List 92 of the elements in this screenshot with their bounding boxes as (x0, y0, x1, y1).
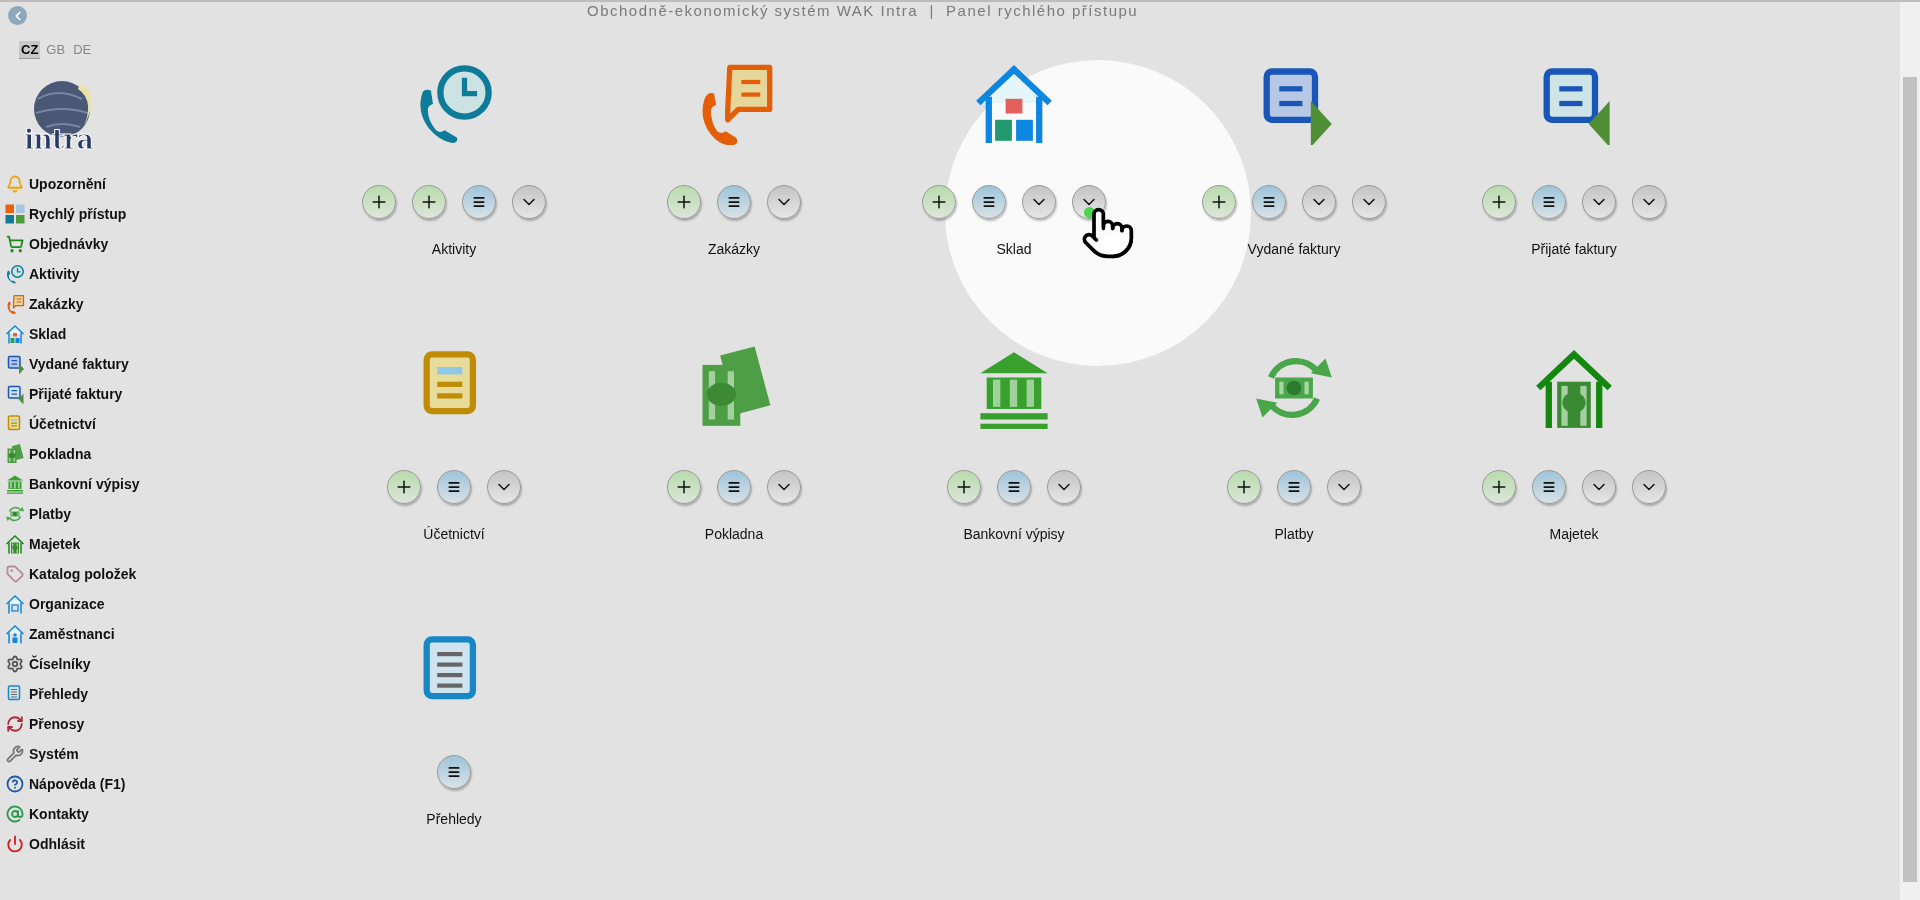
sidebar-item[interactable]: Přijaté faktury (4, 379, 200, 409)
sidebar-item[interactable]: Upozornění (4, 169, 200, 199)
sidebar-item[interactable]: Nápověda (F1) (4, 769, 200, 799)
menu-icon (447, 765, 461, 779)
sidebar-item[interactable]: Přehledy (4, 679, 200, 709)
list-button[interactable] (1252, 185, 1286, 219)
sidebar-item[interactable]: Kontakty (4, 799, 200, 829)
phone-clock-icon (5, 264, 25, 284)
menu-icon (727, 195, 741, 209)
sidebar-item[interactable]: Platby (4, 499, 200, 529)
tile-label: Přehledy (426, 811, 482, 827)
cart-icon (6, 235, 24, 253)
sidebar-item[interactable]: Sklad (4, 319, 200, 349)
list-button[interactable] (1532, 470, 1566, 504)
add-button[interactable] (667, 185, 701, 219)
menu-icon (1262, 195, 1276, 209)
sidebar-item[interactable]: Katalog položek (4, 559, 200, 589)
add-button[interactable] (362, 185, 396, 219)
scrollbar[interactable] (1900, 2, 1920, 900)
sidebar-item[interactable]: Zaměstnanci (4, 619, 200, 649)
sidebar-item[interactable]: Systém (4, 739, 200, 769)
tile-label: Majetek (1549, 526, 1599, 542)
wrench-icon (6, 745, 24, 763)
menu-icon (1542, 480, 1556, 494)
bank-icon (5, 474, 25, 494)
add-button[interactable] (387, 470, 421, 504)
bell-icon (6, 175, 24, 193)
power-icon (6, 835, 24, 853)
sidebar-item[interactable]: Organizace (4, 589, 200, 619)
add-button[interactable] (412, 185, 446, 219)
sidebar-item[interactable]: Účetnictví (4, 409, 200, 439)
sidebar-item[interactable]: Pokladna (4, 439, 200, 469)
sidebar-item[interactable]: Rychlý přístup (4, 199, 200, 229)
menu-icon (1007, 480, 1021, 494)
sidebar-item[interactable]: Odhlásit (4, 829, 200, 859)
tile-label: Sklad (996, 241, 1032, 257)
sidebar-item[interactable]: Přenosy (4, 709, 200, 739)
sidebar-item[interactable]: Číselníky (4, 649, 200, 679)
menu-icon (1542, 195, 1556, 209)
add-button[interactable] (1227, 470, 1261, 504)
list-button[interactable] (717, 185, 751, 219)
list-button[interactable] (437, 755, 471, 789)
add-button[interactable] (1482, 185, 1516, 219)
at-icon (6, 805, 24, 823)
sidebar-item[interactable]: Zakázky (4, 289, 200, 319)
menu-icon (982, 195, 996, 209)
tiles-icon (5, 204, 25, 224)
sidebar-item[interactable]: Majetek (4, 529, 200, 559)
document-arrow-icon (5, 354, 25, 374)
sidebar-item[interactable]: Aktivity (4, 259, 200, 289)
add-button[interactable] (667, 470, 701, 504)
tile-label: Platby (1274, 526, 1314, 542)
menu-icon (1287, 480, 1301, 494)
add-button[interactable] (947, 470, 981, 504)
house-person-icon (5, 624, 25, 644)
tile-label: Vydané faktury (1247, 241, 1341, 257)
list-button[interactable] (1532, 185, 1566, 219)
sidebar-item[interactable]: Objednávky (4, 229, 200, 259)
sidebar-item[interactable]: Bankovní výpisy (4, 469, 200, 499)
menu-icon (447, 480, 461, 494)
list-button[interactable] (717, 470, 751, 504)
tile-label: Pokladna (704, 526, 764, 542)
menu-icon (472, 195, 486, 209)
tile-label: Účetnictví (423, 526, 485, 542)
list-button[interactable] (462, 185, 496, 219)
list-button[interactable] (437, 470, 471, 504)
tile-label: Aktivity (431, 241, 477, 257)
arrows-icon (6, 715, 24, 733)
page-title: Obchodně-ekonomický systém WAK Intra | Panel rychlého přístupu (587, 2, 1140, 21)
settings-icon (6, 655, 24, 673)
add-button[interactable] (922, 185, 956, 219)
tile-label: Bankovní výpisy (963, 526, 1065, 542)
logo-text: intra (24, 124, 94, 155)
list-button[interactable] (1277, 470, 1311, 504)
scrollbar-thumb[interactable] (1903, 77, 1917, 882)
banknotes-icon (5, 444, 25, 464)
tile-label: Zakázky (707, 241, 761, 257)
add-button[interactable] (1482, 470, 1516, 504)
phone-message-icon (5, 294, 25, 314)
document-arrow-icon (5, 384, 25, 404)
language-option[interactable]: CZ (19, 41, 41, 59)
tile-label: Přijaté faktury (1531, 241, 1617, 257)
menu-icon (727, 480, 741, 494)
house-money-icon (5, 534, 25, 554)
hand-cursor-icon (1080, 205, 1136, 261)
tag-icon (6, 565, 24, 583)
list-button[interactable] (997, 470, 1031, 504)
money-cycle-icon (5, 504, 25, 524)
house-icon (5, 324, 25, 344)
sidebar-item[interactable]: Vydané faktury (4, 349, 200, 379)
house-icon (5, 594, 25, 614)
help-icon (6, 775, 24, 793)
